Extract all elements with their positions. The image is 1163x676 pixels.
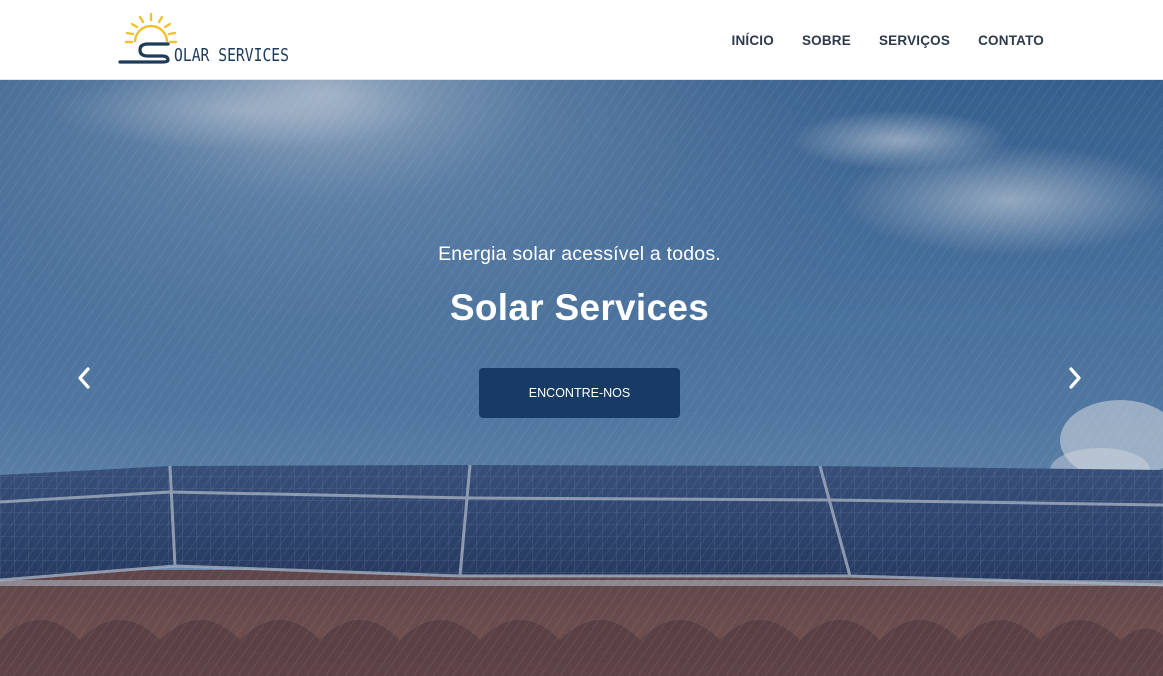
- nav-item-sobre[interactable]: SOBRE: [802, 33, 851, 48]
- hero-title: Solar Services: [449, 287, 710, 328]
- main-nav: INÍCIO SOBRE SERVIÇOS CONTATO: [732, 0, 1045, 80]
- hero-carousel: Energia solar acessível a todos. Solar S…: [0, 80, 1163, 676]
- chevron-right-icon: [1069, 367, 1081, 389]
- nav-item-contato[interactable]: CONTATO: [978, 33, 1044, 48]
- logo[interactable]: OLAR SERVICES: [118, 12, 293, 66]
- site-header: OLAR SERVICES INÍCIO SOBRE SERVIÇOS CONT…: [0, 0, 1163, 80]
- carousel-next-button[interactable]: [1060, 363, 1090, 393]
- chevron-left-icon: [78, 367, 90, 389]
- nav-item-inicio[interactable]: INÍCIO: [732, 33, 774, 48]
- svg-text:OLAR SERVICES: OLAR SERVICES: [174, 46, 289, 66]
- hero-tagline: Energia solar acessível a todos.: [438, 243, 721, 265]
- find-us-button[interactable]: ENCONTRE-NOS: [479, 368, 680, 418]
- carousel-prev-button[interactable]: [69, 363, 99, 393]
- nav-item-servicos[interactable]: SERVIÇOS: [879, 33, 950, 48]
- sun-logo-icon: OLAR SERVICES: [118, 12, 289, 66]
